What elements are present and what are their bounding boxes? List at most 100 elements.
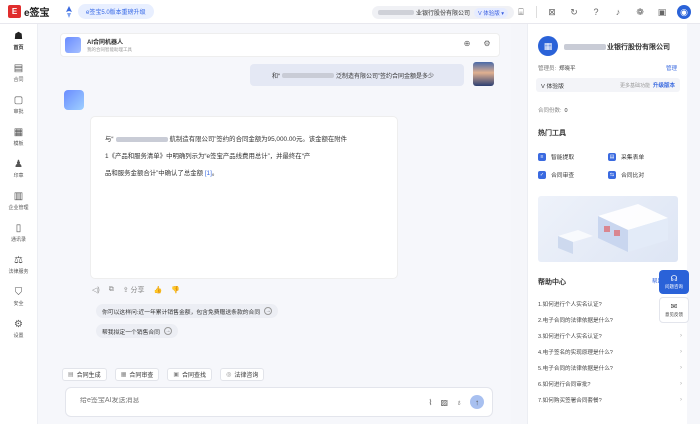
quick-label: 合同审查 <box>129 373 154 379</box>
building-icon: ▥ <box>13 191 24 202</box>
quick-label: 法律咨询 <box>234 373 259 379</box>
thumbs-down-icon[interactable]: 👎 <box>171 286 180 294</box>
attachment-icon[interactable]: ⌇ <box>429 398 433 407</box>
help-item[interactable]: 6.如何进行合同审批? › <box>538 376 682 392</box>
nav-settings[interactable]: ⚙ 设置 <box>0 314 37 344</box>
new-chat-icon[interactable]: ⊕ <box>461 39 473 51</box>
upgrade-banner[interactable]: e签宝5.0版本重磅升级 <box>64 4 154 19</box>
arrow-right-icon: → <box>163 327 172 335</box>
promo-illustration <box>538 196 678 262</box>
ai-text: 与“ <box>105 136 114 143</box>
help-item-text: 2.电子合同的法律依据是什么? <box>538 318 613 324</box>
tool-form[interactable]: ▤ 采集表单 <box>608 152 678 161</box>
review-icon: ✓ <box>538 170 546 179</box>
ai-text: 。 <box>211 170 219 177</box>
send-button[interactable]: ↑ <box>470 395 484 409</box>
ai-text: 品和服务金额合计”中确认了总金额 <box>105 170 205 177</box>
user-message-text: 泛制造有限公司”签约合同金额是多少 <box>336 73 434 80</box>
arrow-right-icon: → <box>264 307 273 315</box>
feedback-button[interactable]: ✉ 意见反馈 <box>659 297 689 323</box>
company-selector[interactable]: 业银行股份有限公司 V 体验版 ▾ <box>372 6 515 19</box>
tool-review[interactable]: ✓ 合同审查 <box>538 170 608 179</box>
suggestion-chip[interactable]: 帮我拟定一个销售合同 → <box>96 324 178 338</box>
template-icon: ▦ <box>13 127 24 138</box>
nav-label: 审批 <box>13 109 24 115</box>
redacted-company-prefix <box>564 44 606 51</box>
floating-actions: ☊ 问题咨询 ✉ 意见反馈 <box>659 270 689 330</box>
chat-input-box: ⌇ ▨ ♁ ↑ <box>65 387 493 417</box>
bot-description: 我的合同智能助理工具 <box>87 47 132 52</box>
headset-icon: ☊ <box>670 274 678 283</box>
nav-enterprise[interactable]: ▥ 企业管理 <box>0 186 37 216</box>
nav-template[interactable]: ▦ 模板 <box>0 122 37 152</box>
speaker-icon[interactable]: ◁) <box>92 286 100 294</box>
admin-label: 管理员: <box>538 66 557 72</box>
citation-link[interactable]: [1] <box>205 170 212 177</box>
quick-search-button[interactable]: ▣ 合同查找 <box>167 368 213 381</box>
help-item[interactable]: 4.电子签名的实现原理是什么? › <box>538 344 682 360</box>
user-message-text: 和“ <box>272 73 280 80</box>
help-item[interactable]: 3.如何进行个人实名认证? › <box>538 328 682 344</box>
legal-icon: ◎ <box>226 372 232 378</box>
ai-avatar <box>64 90 84 110</box>
user-icon[interactable]: ◉ <box>677 5 691 19</box>
help-item-text: 1.如何进行个人实名认证? <box>538 302 602 308</box>
quick-generate-button[interactable]: ▤ 合同生成 <box>62 368 107 381</box>
tools-title: 热门工具 <box>538 130 566 137</box>
tool-label: 智能提取 <box>551 155 575 161</box>
help-item-text: 5.电子合同的法律依据是什么? <box>538 366 613 372</box>
admin-name: 郑晓平 <box>559 66 576 72</box>
nav-contract[interactable]: ▤ 合同 <box>0 58 37 88</box>
help-icon[interactable]: ? <box>589 5 603 19</box>
quick-actions: ▤ 合同生成 ▦ 合同审查 ▣ 合同查找 ◎ 法律咨询 <box>62 368 272 381</box>
review-icon: ▦ <box>120 372 127 378</box>
nav-approval[interactable]: ▢ 审批 <box>0 90 37 120</box>
mic-icon[interactable]: ♁ <box>456 398 462 407</box>
org-icon[interactable]: ⌸ <box>514 5 528 19</box>
top-bar: E e签宝 e签宝5.0版本重磅升级 业银行股份有限公司 V 体验版 ▾ ⌸ ⊠… <box>0 0 700 24</box>
share-button[interactable]: ⇪ 分享 <box>123 285 145 295</box>
contract-icon: ▤ <box>13 63 24 74</box>
apps-icon[interactable]: ❁ <box>633 5 647 19</box>
nav-seal[interactable]: ♟ 印章 <box>0 154 37 184</box>
nav-home[interactable]: ☗ 首页 <box>0 26 37 56</box>
consult-button[interactable]: ☊ 问题咨询 <box>659 270 689 294</box>
chevron-right-icon: › <box>680 349 682 355</box>
nav-security[interactable]: ⛉ 安全 <box>0 282 37 312</box>
window-icon[interactable]: ▣ <box>655 5 669 19</box>
history-icon[interactable]: ↻ <box>567 5 581 19</box>
nav-label: 企业管理 <box>8 205 29 211</box>
quick-label: 合同查找 <box>182 373 207 379</box>
manage-link[interactable]: 管理 <box>666 64 677 72</box>
nav-legal[interactable]: ⚖ 法律服务 <box>0 250 37 280</box>
copy-icon[interactable]: ⧉ <box>109 286 114 294</box>
consult-label: 问题咨询 <box>665 284 683 289</box>
sidebar: ☗ 首页 ▤ 合同 ▢ 审批 ▦ 模板 ♟ 印章 ▥ 企业管理 ▯ 通讯录 ⚖ 法律服务 ⛉ 安全… <box>0 24 38 424</box>
chevron-right-icon: › <box>680 381 682 387</box>
tool-compare[interactable]: ⇆ 合同比对 <box>608 170 678 179</box>
image-icon[interactable]: ▨ <box>440 398 448 407</box>
chat-input[interactable] <box>80 397 380 404</box>
ai-response-actions: ◁) ⧉ ⇪ 分享 👍 👎 <box>92 285 189 295</box>
help-item-text: 4.电子签名的实现原理是什么? <box>538 350 613 356</box>
thumbs-up-icon[interactable]: 👍 <box>154 286 163 294</box>
chevron-right-icon: › <box>680 333 682 339</box>
nav-contacts[interactable]: ▯ 通讯录 <box>0 218 37 248</box>
app-logo[interactable]: E e签宝 <box>8 4 50 19</box>
quick-legal-button[interactable]: ◎ 法律咨询 <box>220 368 265 381</box>
inbox-icon[interactable]: ⊠ <box>545 5 559 19</box>
company-title-text: 业银行股份有限公司 <box>607 44 670 51</box>
upgrade-link[interactable]: 升级版本 <box>653 81 675 89</box>
suggestion-chip[interactable]: 你可以这样问:近一年累计销售金额，包含免费赠送条款的合同 → <box>96 304 279 318</box>
feedback-label: 意见反馈 <box>665 312 683 317</box>
logo-mark: E <box>8 5 21 18</box>
quick-review-button[interactable]: ▦ 合同审查 <box>114 368 160 381</box>
help-item[interactable]: 7.如何购买签署合同套餐? › <box>538 392 682 408</box>
bell-icon[interactable]: ♪ <box>611 5 625 19</box>
help-item[interactable]: 5.电子合同的法律依据是什么? › <box>538 360 682 376</box>
tool-extract[interactable]: ≡ 智能提取 <box>538 152 608 161</box>
compare-icon: ⇆ <box>608 170 616 179</box>
shield-icon: ⛉ <box>14 287 23 298</box>
settings-icon[interactable]: ⚙ <box>481 39 493 51</box>
tool-label: 采集表单 <box>621 155 645 161</box>
